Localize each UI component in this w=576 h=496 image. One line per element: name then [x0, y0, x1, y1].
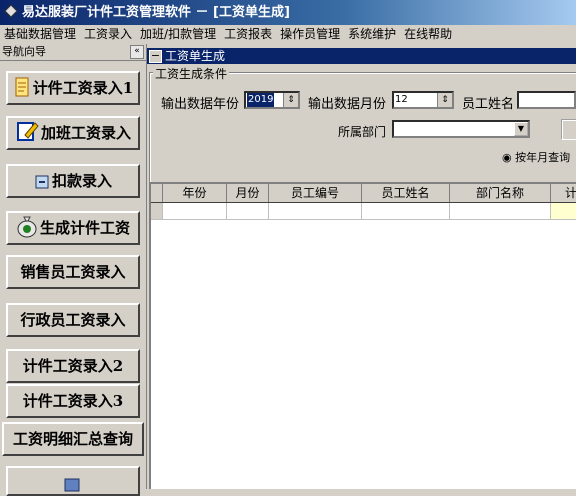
- wage-table: 年份 月份 员工编号 员工姓名 部门名称 计: [149, 182, 576, 489]
- column-header-partial[interactable]: 计: [551, 184, 576, 202]
- nav-generate-piece-wage[interactable]: 生成计件工资: [6, 211, 140, 245]
- month-value: 12: [395, 94, 408, 105]
- nav-overtime-wage-entry[interactable]: 加班工资录入: [6, 116, 140, 150]
- group-legend: 工资生成条件: [153, 65, 230, 82]
- menu-overtime-deduction[interactable]: 加班/扣款管理: [136, 27, 220, 41]
- table-header: 年份 月份 员工编号 员工姓名 部门名称 计: [151, 184, 576, 203]
- minimize-panel-button[interactable]: −: [149, 50, 162, 63]
- edit-icon: [16, 122, 39, 141]
- money-bag-icon: [17, 216, 37, 238]
- window-title-bar: 易达服装厂计件工资管理软件 － [工资单生成]: [0, 0, 576, 25]
- column-header-employee-name[interactable]: 员工姓名: [362, 184, 450, 202]
- menu-bar: 基础数据管理 工资录入 加班/扣款管理 工资报表 操作员管理 系统维护 在线帮助: [0, 25, 576, 43]
- panel-title: 工资单生成: [165, 49, 226, 63]
- sidebar-title: 导航向导: [2, 45, 46, 58]
- row-indicator-header: [151, 184, 163, 202]
- column-header-month[interactable]: 月份: [227, 184, 269, 202]
- nav-label: 行政员工资录入: [20, 311, 126, 329]
- menu-wage-report[interactable]: 工资报表: [220, 27, 276, 41]
- app-icon: [4, 4, 18, 18]
- nav-label: 销售员工资录入: [20, 263, 126, 281]
- month-label: 输出数据月份: [308, 97, 387, 112]
- cell-employee-id[interactable]: [269, 203, 362, 219]
- employee-name-input[interactable]: [517, 91, 576, 109]
- cell-employee-name[interactable]: [362, 203, 450, 219]
- collapse-sidebar-button[interactable]: «: [130, 45, 144, 59]
- department-label: 所属部门: [338, 125, 387, 139]
- month-spinner[interactable]: 12 ⇕: [392, 91, 454, 109]
- year-spinner[interactable]: 2019 ⇕: [244, 91, 300, 109]
- cell-department[interactable]: [450, 203, 551, 219]
- folder-icon: [64, 478, 80, 492]
- nav-label: 生成计件工资: [39, 219, 130, 237]
- nav-more-item[interactable]: [6, 466, 140, 496]
- nav-piece-wage-entry-3[interactable]: 计件工资录入3: [6, 384, 140, 418]
- table-row[interactable]: [151, 203, 576, 220]
- nav-admin-wage-entry[interactable]: 行政员工资录入: [6, 303, 140, 337]
- cell-month[interactable]: [227, 203, 269, 219]
- partial-button[interactable]: [562, 120, 576, 140]
- row-indicator: [151, 203, 163, 219]
- nav-label: 工资明细汇总查询: [12, 430, 133, 448]
- nav-label: 扣款录入: [51, 172, 112, 190]
- window-title: 易达服装厂计件工资管理软件 － [工资单生成]: [22, 5, 290, 20]
- navigation-sidebar: 导航向导 « 计件工资录入1 加班工资录入 扣款录入 生成计件工资 销售员工资录…: [0, 44, 147, 496]
- nav-sales-wage-entry[interactable]: 销售员工资录入: [6, 255, 140, 289]
- menu-help[interactable]: 在线帮助: [400, 27, 456, 41]
- menu-basic-data[interactable]: 基础数据管理: [0, 27, 80, 41]
- main-panel: − 工资单生成 工资生成条件 输出数据年份 2019 ⇕ 输出数据月份 12 ⇕…: [147, 44, 576, 489]
- menu-operator[interactable]: 操作员管理: [276, 27, 344, 41]
- year-label: 输出数据年份: [161, 97, 240, 112]
- cell-partial[interactable]: [551, 203, 576, 219]
- deduct-icon: [35, 175, 49, 189]
- nav-label: 计件工资录入1: [32, 79, 134, 97]
- nav-wage-detail-summary[interactable]: 工资明细汇总查询: [2, 422, 144, 456]
- nav-piece-wage-entry-2[interactable]: 计件工资录入2: [6, 349, 140, 383]
- employee-name-label: 员工姓名: [462, 97, 515, 112]
- sidebar-header: 导航向导 «: [0, 44, 146, 61]
- column-header-department[interactable]: 部门名称: [450, 184, 551, 202]
- nav-piece-wage-entry-1[interactable]: 计件工资录入1: [6, 71, 140, 105]
- department-select[interactable]: ▼: [392, 120, 530, 138]
- nav-deduction-entry[interactable]: 扣款录入: [6, 164, 140, 198]
- spin-arrows-icon[interactable]: ⇕: [437, 93, 452, 107]
- nav-label: 计件工资录入2: [22, 357, 124, 375]
- nav-label: 加班工资录入: [40, 124, 131, 142]
- column-header-employee-id[interactable]: 员工编号: [269, 184, 362, 202]
- menu-wage-entry[interactable]: 工资录入: [80, 27, 136, 41]
- cell-year[interactable]: [163, 203, 227, 219]
- panel-header: − 工资单生成: [147, 48, 576, 64]
- radio-label: 按年月查询: [515, 151, 571, 164]
- nav-label: 计件工资录入3: [22, 392, 124, 410]
- note-icon: [15, 77, 29, 97]
- menu-system[interactable]: 系统维护: [344, 27, 400, 41]
- chevron-down-icon[interactable]: ▼: [514, 122, 528, 136]
- spin-arrows-icon[interactable]: ⇕: [283, 93, 298, 107]
- query-by-year-month-radio[interactable]: ◉ 按年月查询: [502, 149, 570, 165]
- column-header-year[interactable]: 年份: [163, 184, 227, 202]
- year-value: 2019: [247, 93, 275, 107]
